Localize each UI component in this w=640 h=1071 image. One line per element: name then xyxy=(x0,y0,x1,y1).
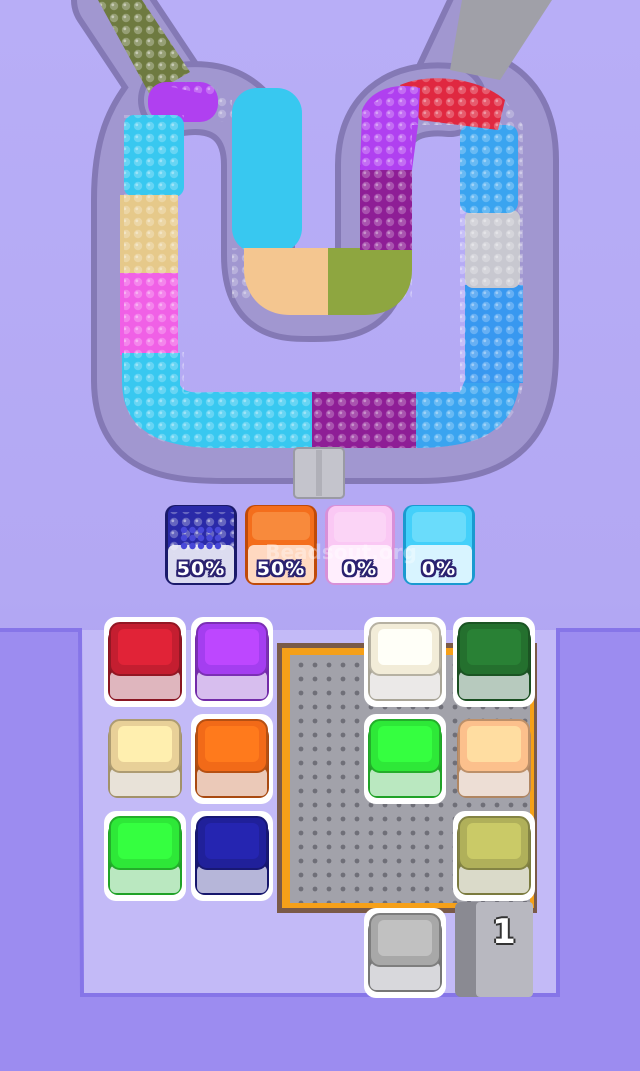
bucket-tan[interactable] xyxy=(108,719,182,798)
bucket-olive[interactable] xyxy=(453,811,535,901)
collector-fill-navy xyxy=(180,526,222,550)
bucket-lime[interactable] xyxy=(104,811,186,901)
bucket-dark-green[interactable] xyxy=(453,617,535,707)
bucket-green[interactable] xyxy=(364,714,446,804)
bead-segment xyxy=(450,0,552,80)
bucket-peach[interactable] xyxy=(457,719,531,798)
bucket-cream[interactable] xyxy=(364,617,446,707)
game-scene xyxy=(0,0,640,1071)
bucket-navy[interactable] xyxy=(191,811,273,901)
queue-counter: 1 xyxy=(492,912,516,952)
bucket-red[interactable] xyxy=(104,617,186,707)
bead-track xyxy=(71,0,559,499)
bucket-orange[interactable] xyxy=(191,714,273,804)
bucket-purple[interactable] xyxy=(191,617,273,707)
collector-progress-navy: 50% xyxy=(176,558,226,580)
bucket-gray[interactable] xyxy=(364,908,446,998)
watermark: Beadsout.org xyxy=(265,540,417,564)
